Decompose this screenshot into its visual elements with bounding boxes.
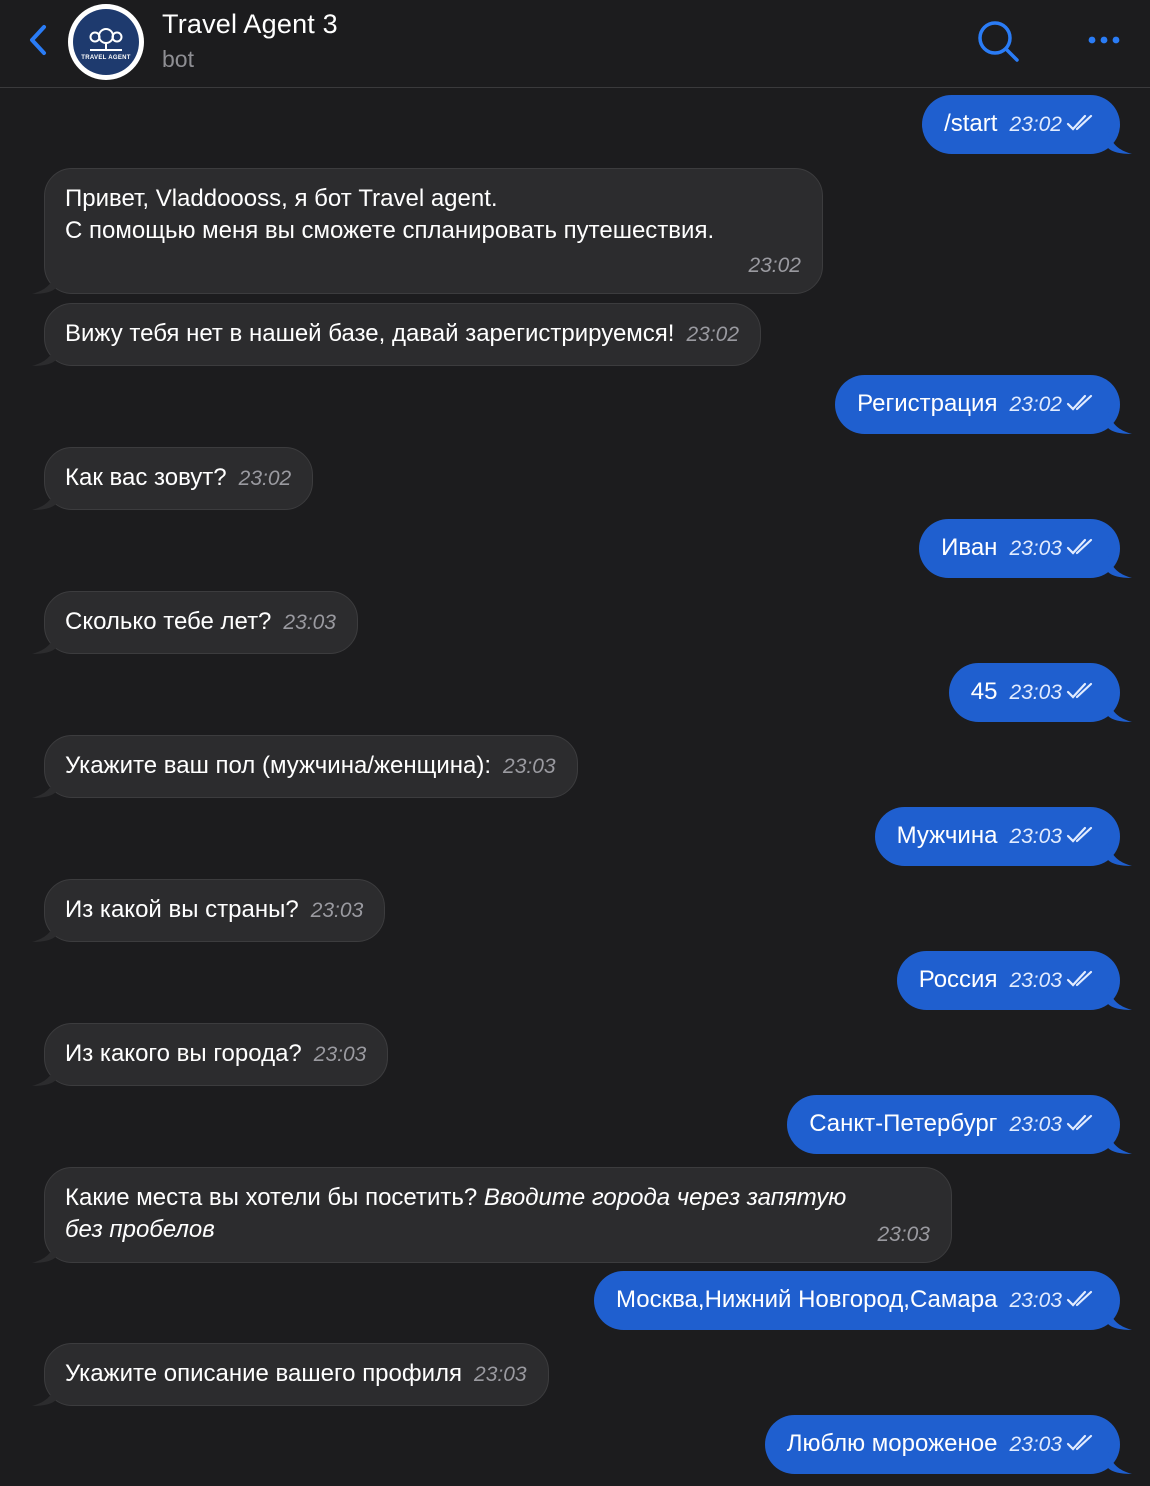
map-pin-logo-icon <box>89 27 123 51</box>
message-text: Как вас зовут? <box>65 464 227 491</box>
bubble-tail <box>1108 556 1132 578</box>
double-check-icon <box>1066 826 1093 843</box>
message-text: Из какого вы города? <box>65 1040 302 1067</box>
message-text-line: Привет, Vladdoooss, я бот Travel agent. <box>65 185 498 212</box>
avatar[interactable]: TRAVEL AGENT <box>68 4 144 80</box>
bubble-tail <box>1108 132 1132 154</box>
bubble-tail <box>1108 1452 1132 1474</box>
chevron-left-icon <box>30 25 46 55</box>
message-text: Люблю мороженое <box>786 1430 998 1457</box>
bubble-tail <box>32 1064 56 1086</box>
message-list[interactable]: /start 23:02 Привет, Vladdoooss, я бот Tr… <box>0 89 1150 1486</box>
message-time: 23:03 <box>474 1363 527 1386</box>
ellipsis-icon <box>1088 36 1120 44</box>
incoming-message[interactable]: Укажите описание вашего профиля 23:03 <box>32 1343 549 1406</box>
bubble-tail <box>32 1241 56 1263</box>
incoming-message[interactable]: Укажите ваш пол (мужчина/женщина): 23:03 <box>32 735 578 798</box>
message-text: Россия <box>918 966 998 993</box>
bubble-tail <box>32 632 56 654</box>
travel-agent-logo: TRAVEL AGENT <box>73 9 139 75</box>
bubble-tail <box>1108 700 1132 722</box>
more-options-button[interactable] <box>1080 26 1128 54</box>
message-time: 23:02 <box>238 467 292 490</box>
message-time: 23:03 <box>1009 1289 1062 1312</box>
message-text: 45 <box>970 678 998 705</box>
double-check-icon <box>1066 114 1093 131</box>
message-time: 23:02 <box>686 323 740 346</box>
double-check-icon <box>1066 394 1093 411</box>
bubble-tail <box>32 344 56 366</box>
message-time: 23:03 <box>310 899 364 922</box>
outgoing-message[interactable]: Санкт-Петербург 23:03 <box>787 1095 1132 1154</box>
message-time: 23:03 <box>1009 1113 1062 1136</box>
double-check-icon <box>1066 682 1093 699</box>
outgoing-message[interactable]: Мужчина 23:03 <box>874 807 1132 866</box>
incoming-message[interactable]: Как вас зовут? 23:02 <box>32 447 314 510</box>
bubble-tail <box>1108 1132 1132 1154</box>
message-time: 23:03 <box>1009 681 1062 704</box>
search-icon <box>978 21 1019 62</box>
bubble-tail <box>32 272 56 294</box>
message-time: 23:03 <box>283 611 336 634</box>
outgoing-message[interactable]: Регистрация 23:02 <box>835 375 1132 434</box>
search-button[interactable] <box>974 18 1022 66</box>
message-time: 23:03 <box>503 755 556 778</box>
outgoing-message[interactable]: /start 23:02 <box>922 95 1132 154</box>
back-button[interactable] <box>20 20 56 60</box>
chat-subtitle: bot <box>162 46 194 72</box>
message-text: Какие места вы хотели бы посетить? <box>65 1184 478 1211</box>
double-check-icon <box>1066 970 1093 987</box>
message-time: 23:02 <box>748 254 801 277</box>
message-text: Регистрация <box>857 390 998 417</box>
message-text: Москва,Нижний Новгород,Самара <box>615 1286 998 1313</box>
message-text-line: С помощью меня вы сможете спланировать п… <box>65 217 715 244</box>
message-text: Вижу тебя нет в нашей базе, давай зареги… <box>65 320 675 347</box>
bubble-tail <box>1108 412 1132 434</box>
chat-title[interactable]: Travel Agent 3 <box>162 9 338 40</box>
bubble-tail <box>32 488 56 510</box>
bubble-tail <box>1108 844 1132 866</box>
avatar-logo-text: TRAVEL AGENT <box>81 54 131 61</box>
incoming-message[interactable]: Вижу тебя нет в нашей базе, давай зареги… <box>32 303 762 366</box>
bubble-tail <box>32 776 56 798</box>
message-time: 23:02 <box>1009 393 1062 416</box>
message-text: Из какой вы страны? <box>65 896 299 923</box>
message-text-line: Какие места вы хотели бы посетить? Вводи… <box>65 1182 930 1214</box>
message-text: Иван <box>941 534 998 561</box>
bubble-tail <box>32 1384 56 1406</box>
bubble-tail <box>1108 988 1132 1010</box>
double-check-icon <box>1066 1114 1093 1131</box>
incoming-message[interactable]: Из какого вы города? 23:03 <box>32 1023 389 1086</box>
bubble-tail <box>32 920 56 942</box>
double-check-icon <box>1066 538 1093 555</box>
message-time: 23:03 <box>1009 969 1062 992</box>
message-hint: Вводите города через запятую <box>483 1184 847 1211</box>
message-text: Мужчина <box>896 822 998 849</box>
outgoing-message[interactable]: Россия 23:03 <box>896 951 1132 1010</box>
message-text: Укажите ваш пол (мужчина/женщина): <box>65 752 492 779</box>
outgoing-message[interactable]: Иван 23:03 <box>919 519 1132 578</box>
incoming-message[interactable]: Сколько тебе лет? 23:03 <box>32 591 358 654</box>
chat-header: TRAVEL AGENT Travel Agent 3 bot <box>0 0 1150 88</box>
incoming-message[interactable]: Какие места вы хотели бы посетить? Вводи… <box>32 1167 952 1263</box>
double-check-icon <box>1066 1290 1093 1307</box>
message-text: Санкт-Петербург <box>809 1110 998 1137</box>
message-text: Укажите описание вашего профиля <box>65 1360 463 1387</box>
incoming-message[interactable]: Привет, Vladdoooss, я бот Travel agent. … <box>32 168 823 294</box>
message-time: 23:02 <box>1009 113 1062 136</box>
bubble-tail <box>1108 1308 1132 1330</box>
message-text: Сколько тебе лет? <box>65 608 272 635</box>
outgoing-message[interactable]: Москва,Нижний Новгород,Самара 23:03 <box>593 1271 1132 1330</box>
message-time: 23:03 <box>1009 537 1062 560</box>
message-time: 23:03 <box>1009 825 1062 848</box>
incoming-message[interactable]: Из какой вы страны? 23:03 <box>32 879 386 942</box>
outgoing-message[interactable]: Люблю мороженое 23:03 <box>764 1415 1132 1474</box>
message-time: 23:03 <box>1009 1433 1062 1456</box>
message-time: 23:03 <box>313 1043 367 1066</box>
message-text: /start <box>944 110 998 137</box>
outgoing-message[interactable]: 45 23:03 <box>948 663 1132 722</box>
double-check-icon <box>1066 1434 1093 1451</box>
